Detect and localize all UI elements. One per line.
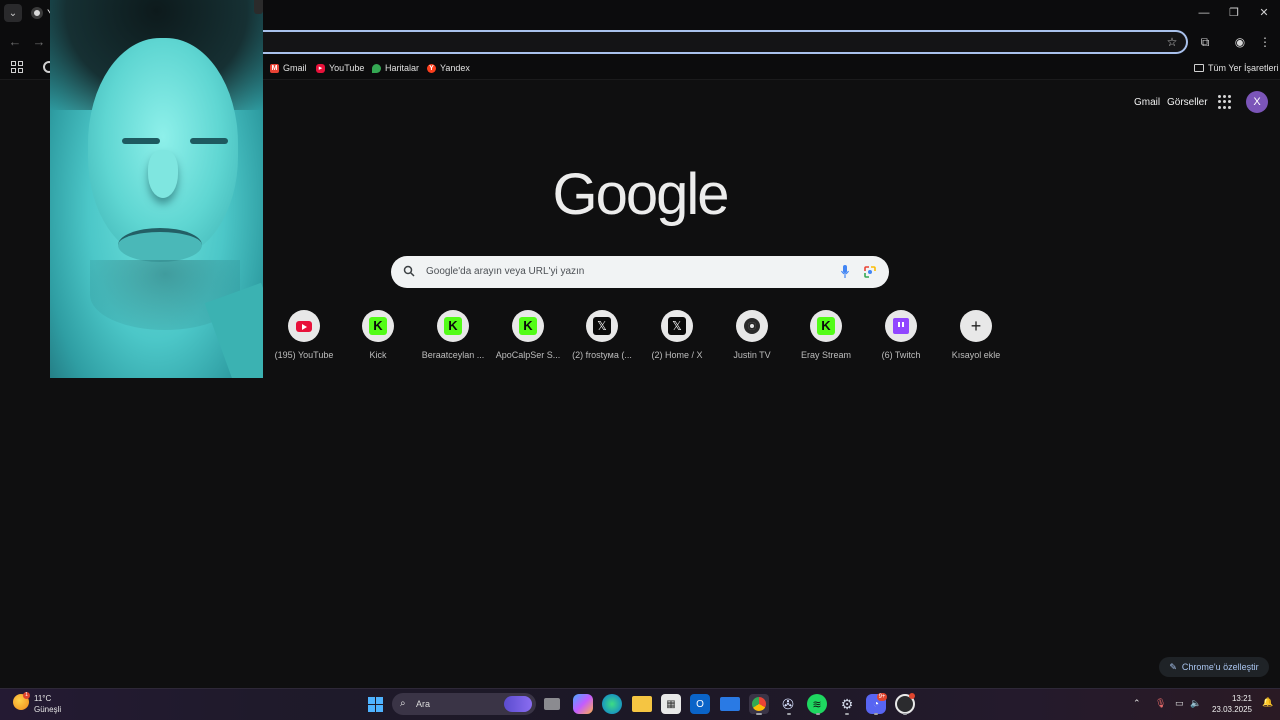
steam-open-indicator [787, 713, 791, 715]
account-avatar[interactable]: X [1246, 91, 1268, 113]
plus-icon: + [970, 316, 982, 336]
clock-date[interactable]: 23.03.2025 [1200, 705, 1252, 714]
bookmark-yandex[interactable]: Y Yandex [427, 61, 470, 75]
network-icon[interactable]: ▭ [1175, 698, 1184, 709]
store-icon[interactable]: ▦ [661, 694, 681, 714]
restore-button[interactable]: ❐ [1226, 5, 1242, 21]
google-lens-icon[interactable] [863, 265, 877, 279]
spotify-open-indicator [816, 713, 820, 715]
shortcut-kick[interactable]: K Kick [345, 310, 411, 360]
youtube-icon: ▸ [316, 63, 325, 73]
steam-icon[interactable]: ✇ [778, 694, 798, 714]
discord-open-indicator [874, 713, 878, 715]
shortcut-x-home[interactable]: 𝕏 (2) Home / X [644, 310, 710, 360]
edge-icon[interactable] [602, 694, 622, 714]
copilot-icon[interactable] [573, 694, 593, 714]
back-arrow-icon[interactable]: ← [7, 34, 23, 50]
file-explorer-icon[interactable] [632, 696, 652, 712]
tray-overflow-icon[interactable]: ⌃ [1133, 698, 1141, 709]
twitch-icon [893, 318, 909, 334]
shortcut-justin-tv[interactable]: Justin TV [719, 310, 785, 360]
taskbar-search[interactable]: ⌕ Ara [392, 693, 536, 715]
outlook-icon[interactable]: O [690, 694, 710, 714]
weather-description: Güneşli [34, 705, 62, 714]
x-icon: 𝕏 [668, 317, 686, 335]
search-icon [403, 265, 415, 277]
kick-icon: K [817, 317, 835, 335]
kick-icon: K [519, 317, 537, 335]
spotify-icon[interactable]: ≋ [807, 694, 827, 714]
shortcut-youtube[interactable]: (195) YouTube [271, 310, 337, 360]
apps-grid-icon[interactable] [11, 61, 23, 73]
maps-pin-icon [372, 63, 381, 73]
minimize-button[interactable]: — [1196, 5, 1212, 21]
obs-recording-dot [909, 693, 915, 699]
folder-icon [1194, 64, 1204, 72]
bookmark-star-icon[interactable]: ☆ [1164, 34, 1180, 50]
yandex-icon: Y [427, 63, 436, 73]
shortcut-beraatceylan[interactable]: K Beraatceylan ... [420, 310, 486, 360]
settings-open-indicator [845, 713, 849, 715]
shortcut-apocalpser[interactable]: K ApoCalpSer S... [495, 310, 561, 360]
remote-desktop-icon[interactable] [720, 697, 740, 711]
google-apps-icon[interactable] [1218, 95, 1232, 109]
kick-icon: K [444, 317, 462, 335]
customize-chrome-button[interactable]: ✎ Chrome'u özelleştir [1159, 657, 1269, 677]
task-view-icon[interactable] [544, 698, 560, 710]
all-bookmarks[interactable]: Tüm Yer İşaretleri [1194, 61, 1279, 75]
justintv-icon [744, 318, 760, 334]
search-box[interactable]: Google'da arayın veya URL'yi yazın [391, 256, 889, 288]
shortcut-frosty[interactable]: 𝕏 (2) frostyма (... [569, 310, 635, 360]
microphone-icon[interactable] [840, 264, 850, 280]
search-highlight-art [504, 696, 532, 712]
search-icon: ⌕ [400, 698, 406, 709]
forward-arrow-icon[interactable]: → [31, 34, 47, 50]
search-placeholder: Google'da arayın veya URL'yi yazın [426, 266, 585, 277]
google-logo: Google [552, 162, 729, 227]
youtube-icon [296, 320, 312, 332]
menu-icon[interactable]: ⋮ [1257, 34, 1273, 50]
webcam-overlay [50, 0, 263, 378]
bookmark-youtube[interactable]: ▸ YouTube [316, 61, 364, 75]
shortcut-add[interactable]: + Kısayol ekle [943, 310, 1009, 360]
chrome-active-indicator [756, 713, 762, 715]
webcam-resize-handle[interactable] [254, 0, 263, 14]
bookmark-maps[interactable]: Haritalar [372, 61, 419, 75]
notification-bell-icon[interactable]: 🔔 [1262, 697, 1273, 708]
settings-icon[interactable]: ⚙ [837, 694, 857, 714]
gmail-link[interactable]: Gmail [1134, 97, 1160, 108]
clock-time[interactable]: 13:21 [1208, 694, 1252, 703]
tab-search-button[interactable]: ⌄ [4, 4, 22, 22]
pencil-icon: ✎ [1169, 661, 1177, 672]
images-link[interactable]: Görseller [1167, 97, 1208, 108]
shortcut-eray-stream[interactable]: K Eray Stream [793, 310, 859, 360]
chrome-taskbar-button[interactable] [749, 694, 769, 714]
weather-temperature: 11°C [34, 694, 52, 703]
profile-icon[interactable]: ◉ [1232, 34, 1248, 50]
bookmark-gmail[interactable]: M Gmail [270, 61, 307, 75]
obs-open-indicator [903, 713, 907, 715]
extensions-icon[interactable]: ⧉ [1197, 34, 1213, 50]
weather-badge: 1 [23, 692, 30, 699]
x-icon: 𝕏 [593, 317, 611, 335]
shortcut-twitch[interactable]: (6) Twitch [868, 310, 934, 360]
discord-badge: 9+ [877, 693, 887, 701]
start-windows-icon[interactable] [365, 694, 385, 714]
gmail-icon: M [270, 63, 279, 73]
microphone-tray-icon[interactable]: 🎙 [1155, 698, 1166, 709]
kick-icon: K [369, 317, 387, 335]
tab-favicon [31, 7, 43, 19]
close-button[interactable]: ✕ [1256, 5, 1272, 21]
address-bar[interactable] [250, 30, 1188, 54]
